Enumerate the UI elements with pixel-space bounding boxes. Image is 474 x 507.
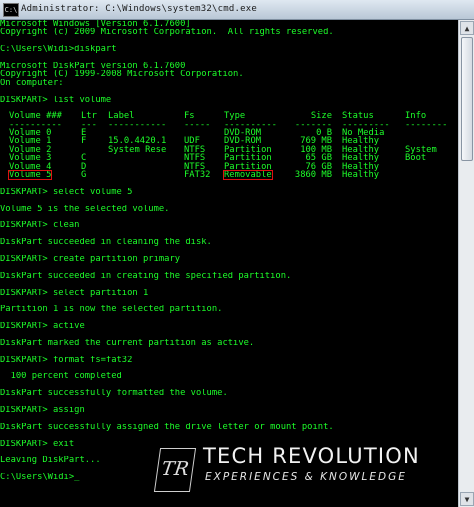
table-row: Volume 5 G FAT32 Removable 3860 MB Healthy bbox=[0, 169, 458, 181]
table-cell: -------- bbox=[405, 119, 448, 130]
watermark-logo: TR TECH REVOLUTION EXPERIENCES & KNOWLED… bbox=[153, 443, 455, 499]
console-line: DISKPART> active bbox=[0, 322, 85, 331]
cmd-window: C:\ Administrator: C:\Windows\system32\c… bbox=[0, 0, 474, 507]
console-line: C:\Users\Widi>diskpart bbox=[0, 45, 117, 54]
console-line: DiskPart successfully assigned the drive… bbox=[0, 422, 334, 432]
console-line: DISKPART> select volume 5 bbox=[0, 187, 133, 197]
table-cell: Boot bbox=[405, 153, 427, 164]
table-cell: FAT32 bbox=[184, 170, 211, 181]
console-line: DISKPART> create partition primary bbox=[0, 254, 181, 264]
title-bar[interactable]: C:\ Administrator: C:\Windows\system32\c… bbox=[0, 0, 474, 20]
table-cell: G bbox=[81, 170, 87, 181]
console-line: DISKPART> format fs=fat32 bbox=[0, 355, 133, 365]
table-cell: Volume 5 bbox=[7, 169, 53, 181]
vertical-scrollbar[interactable]: ▲ ▼ bbox=[458, 20, 474, 507]
console-line: Microsoft Windows [Version 6.1.7600] bbox=[0, 20, 191, 29]
console-line: 100 percent completed bbox=[0, 372, 122, 381]
console-output[interactable]: Microsoft Windows [Version 6.1.7600] Copy… bbox=[0, 20, 458, 507]
scroll-up-icon[interactable]: ▲ bbox=[460, 21, 474, 35]
logo-subtitle: EXPERIENCES & KNOWLEDGE bbox=[205, 471, 407, 483]
table-cell: ----------- bbox=[108, 119, 167, 130]
table-cell: ----- bbox=[184, 119, 211, 130]
window-title: Administrator: C:\Windows\system32\cmd.e… bbox=[21, 4, 257, 14]
console-line: DiskPart succeeded in creating the speci… bbox=[0, 271, 292, 281]
console-line: DISKPART> clean bbox=[0, 221, 80, 230]
console-line: DISKPART> select partition 1 bbox=[0, 288, 149, 297]
console-icon: C:\ bbox=[3, 3, 19, 17]
scrollbar-thumb[interactable] bbox=[461, 37, 473, 161]
console-line: DiskPart marked the current partition as… bbox=[0, 338, 255, 348]
console-line: Copyright (c) 2009 Microsoft Corporation… bbox=[0, 28, 334, 37]
console-line: Partition 1 is now the selected partitio… bbox=[0, 305, 223, 314]
table-cell: 3860 MB bbox=[294, 170, 332, 181]
table-cell: F bbox=[81, 136, 87, 147]
console-line: DiskPart successfully formatted the volu… bbox=[0, 389, 228, 398]
tr-logo-icon: TR bbox=[153, 448, 197, 492]
table-cell: Healthy bbox=[342, 170, 380, 181]
console-line: DiskPart succeeded in cleaning the disk. bbox=[0, 238, 212, 247]
console-line: Copyright (C) 1999-2008 Microsoft Corpor… bbox=[0, 70, 244, 79]
table-cell: System Rese bbox=[108, 144, 167, 155]
console-line: DISKPART> assign bbox=[0, 405, 85, 415]
scroll-down-icon[interactable]: ▼ bbox=[460, 492, 474, 506]
console-line: Microsoft DiskPart version 6.1.7600 bbox=[0, 61, 186, 71]
console-line: DISKPART> list volume bbox=[0, 95, 112, 104]
logo-title: TECH REVOLUTION bbox=[203, 444, 420, 468]
console-line: On computer: bbox=[0, 78, 64, 88]
console-line: Volume 5 is the selected volume. bbox=[0, 204, 170, 213]
table-cell: Removable bbox=[223, 169, 273, 181]
